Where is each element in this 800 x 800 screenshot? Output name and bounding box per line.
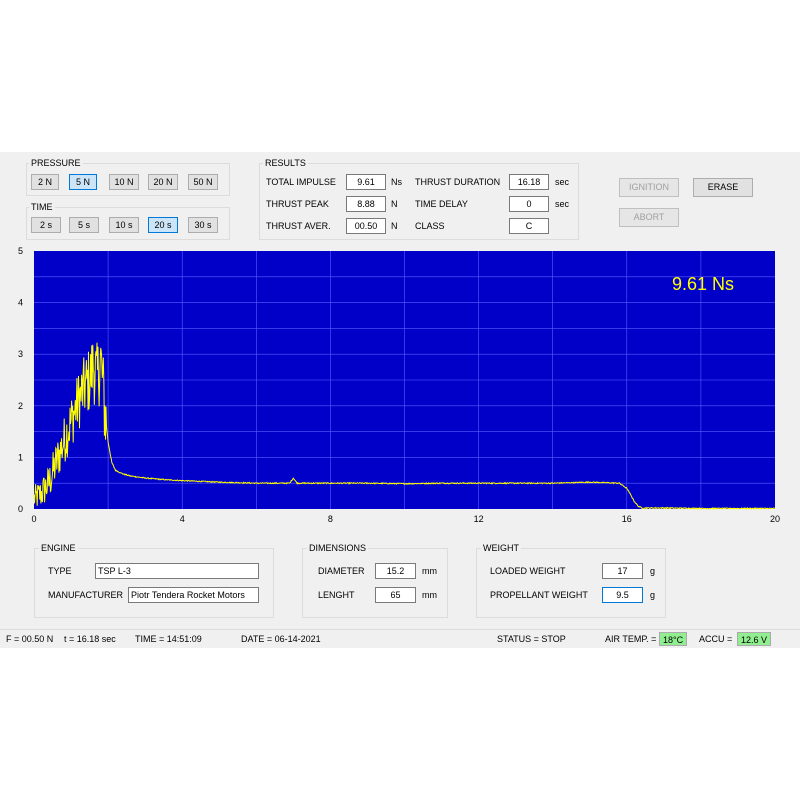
- class-label: CLASS: [415, 221, 445, 231]
- x-tick-label: 0: [31, 514, 36, 524]
- accu-label: ACCU =: [699, 634, 733, 644]
- y-tick-label: 1: [18, 452, 23, 462]
- dimensions-group: DIMENSIONS: [302, 543, 448, 618]
- status-bar: F = 00.50 N t = 16.18 sec TIME = 14:51:0…: [0, 629, 800, 647]
- loaded-weight-input[interactable]: 17: [602, 563, 643, 579]
- class-value: C: [509, 218, 549, 234]
- propellant-weight-unit: g: [650, 590, 656, 600]
- x-tick-label: 8: [328, 514, 333, 524]
- pressure-title: PRESSURE: [29, 158, 83, 168]
- status-force: F = 00.50 N: [6, 634, 54, 644]
- engine-type-label: TYPE: [48, 566, 72, 576]
- air-temp-label: AIR TEMP. =: [605, 634, 657, 644]
- time-delay-label: TIME DELAY: [415, 199, 468, 209]
- engine-group: ENGINE: [34, 543, 274, 618]
- length-label: LENGHT: [318, 590, 355, 600]
- total-impulse-value: 9.61: [346, 174, 386, 190]
- pressure-20n-button[interactable]: 20 N: [148, 174, 178, 190]
- thrust-aver-value: 00.50: [346, 218, 386, 234]
- air-temp-badge: 18°C: [659, 632, 688, 646]
- propellant-weight-input[interactable]: 9.5: [602, 587, 643, 603]
- diameter-unit: mm: [422, 566, 437, 576]
- x-tick-label: 16: [622, 514, 632, 524]
- thrust-chart-svg: 0 4 8 12 16 20012345 9.61 Ns: [18, 246, 780, 524]
- results-title: RESULTS: [263, 158, 308, 168]
- time-delay-value: 0: [509, 196, 549, 212]
- diameter-input[interactable]: 15.2: [375, 563, 416, 579]
- time-20s-button[interactable]: 20 s: [148, 217, 178, 233]
- time-2s-button[interactable]: 2 s: [31, 217, 61, 233]
- thrust-peak-value: 8.88: [346, 196, 386, 212]
- manufacturer-label: MANUFACTURER: [48, 590, 124, 600]
- time-delay-unit: sec: [555, 199, 570, 209]
- erase-button[interactable]: ERASE: [693, 178, 753, 197]
- time-title: TIME: [29, 202, 55, 212]
- total-impulse-label: TOTAL IMPULSE: [266, 177, 336, 187]
- y-tick-label: 2: [18, 401, 23, 411]
- total-impulse-unit: Ns: [391, 177, 402, 187]
- pressure-10n-button[interactable]: 10 N: [109, 174, 139, 190]
- thrust-duration-unit: sec: [555, 177, 570, 187]
- dimensions-title: DIMENSIONS: [307, 543, 369, 553]
- x-tick-label: 20: [770, 514, 780, 524]
- thrust-duration-label: THRUST DURATION: [415, 177, 501, 187]
- accu-badge: 12.6 V: [737, 632, 772, 646]
- thrust-chart: 0 4 8 12 16 20 0 1 2 3 4 5 9.61 Ns: [0, 246, 800, 526]
- weight-group: WEIGHT: [476, 543, 666, 618]
- thrust-peak-label: THRUST PEAK: [266, 199, 329, 209]
- engine-title: ENGINE: [39, 543, 78, 553]
- pressure-2n-button[interactable]: 2 N: [31, 174, 59, 190]
- time-30s-button[interactable]: 30 s: [188, 217, 218, 233]
- abort-button[interactable]: ABORT: [619, 208, 679, 227]
- y-tick-label: 4: [18, 298, 23, 308]
- status-clock: TIME = 14:51:09: [135, 634, 202, 644]
- y-tick-label: 3: [18, 349, 23, 359]
- weight-title: WEIGHT: [481, 543, 521, 553]
- propellant-weight-label: PROPELLANT WEIGHT: [490, 590, 588, 600]
- thrust-peak-unit: N: [391, 199, 398, 209]
- thrust-aver-label: THRUST AVER.: [266, 221, 331, 231]
- status-state: STATUS = STOP: [497, 634, 566, 644]
- status-time-elapsed: t = 16.18 sec: [64, 634, 116, 644]
- y-tick-label: 0: [18, 504, 23, 514]
- ignition-button[interactable]: IGNITION: [619, 178, 679, 197]
- time-10s-button[interactable]: 10 s: [109, 217, 139, 233]
- app-window: PRESSURE 2 N 5 N 10 N 20 N 50 N TIME 2 s…: [0, 152, 800, 648]
- length-input[interactable]: 65: [375, 587, 416, 603]
- impulse-annotation: 9.61 Ns: [672, 274, 734, 294]
- length-unit: mm: [422, 590, 437, 600]
- status-date: DATE = 06-14-2021: [241, 634, 321, 644]
- thrust-aver-unit: N: [391, 221, 398, 231]
- x-tick-label: 12: [474, 514, 484, 524]
- loaded-weight-label: LOADED WEIGHT: [490, 566, 566, 576]
- y-tick-label: 5: [18, 246, 23, 256]
- x-tick-label: 4: [180, 514, 185, 524]
- thrust-duration-value: 16.18: [509, 174, 549, 190]
- loaded-weight-unit: g: [650, 566, 656, 576]
- diameter-label: DIAMETER: [318, 566, 365, 576]
- manufacturer-input[interactable]: Piotr Tendera Rocket Motors: [128, 587, 259, 603]
- pressure-50n-button[interactable]: 50 N: [188, 174, 218, 190]
- engine-type-input[interactable]: TSP L-3: [95, 563, 259, 579]
- time-5s-button[interactable]: 5 s: [69, 217, 99, 233]
- pressure-5n-button[interactable]: 5 N: [69, 174, 97, 190]
